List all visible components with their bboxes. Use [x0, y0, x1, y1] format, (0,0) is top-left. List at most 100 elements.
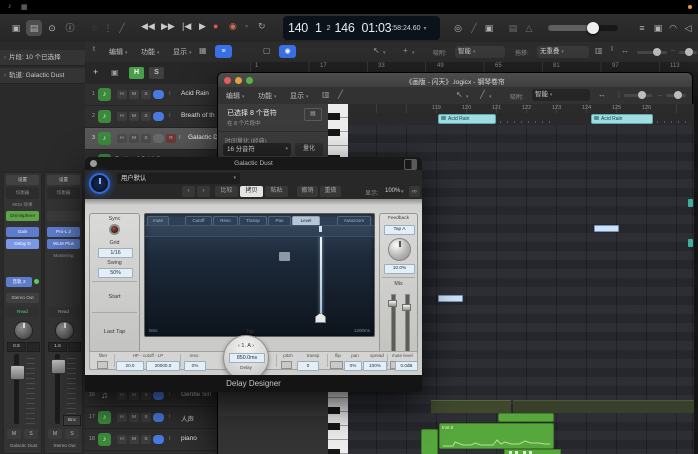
pan-value[interactable]: 0% [344, 361, 362, 371]
track-name[interactable]: Gentle Sin [181, 391, 211, 398]
mute-button[interactable]: M [129, 134, 139, 143]
quick-help-icon[interactable]: ⊙ [44, 20, 60, 36]
bounce-button[interactable]: Bnc [63, 415, 81, 426]
compare-button[interactable]: 比较 [215, 186, 238, 197]
add-track-button[interactable]: + [93, 67, 98, 77]
v-zoom-knob[interactable] [685, 48, 693, 56]
strip-setting-button[interactable]: 设置 [6, 175, 39, 185]
waveform-zoom-icon[interactable]: ▥ [595, 46, 603, 55]
piano-roll-titlebar[interactable]: 《画版 - 闪天》.logicx - 钢琴卷帘 [218, 73, 692, 88]
volume-fader-cap[interactable] [51, 359, 66, 374]
record-enable-button[interactable] [153, 112, 164, 121]
functions-menu[interactable]: 功能 ▾ [258, 91, 276, 101]
midi-region-green[interactable] [421, 429, 438, 454]
rewind-button[interactable]: ◀◀ [141, 21, 155, 32]
record-enable-button[interactable] [153, 391, 164, 400]
input-monitor-button[interactable]: I [169, 113, 171, 119]
grid-value[interactable]: 1/16 [98, 248, 133, 258]
lcd-bar[interactable]: 146 [335, 21, 355, 35]
prev-tap-icon[interactable]: ‹ [238, 343, 240, 349]
record-enable-button[interactable] [153, 134, 164, 143]
filter-toggle[interactable] [97, 361, 108, 369]
snap-dropdown[interactable]: 智能 ▾ [455, 46, 505, 58]
level-value[interactable]: 0.0dB [395, 361, 418, 371]
input-monitor-button[interactable]: I [169, 91, 171, 97]
solo-button[interactable]: S [141, 413, 151, 422]
panel-view-icon[interactable]: ▤ [304, 108, 322, 121]
toolbar-toggle-icon[interactable]: ⓘ [62, 20, 78, 36]
strip-mute-button[interactable]: M [48, 429, 62, 439]
v-zoom-knob[interactable] [674, 91, 682, 99]
strip-eq-slot[interactable]: 均衡器 [6, 187, 39, 199]
solo-button[interactable]: S [141, 112, 151, 121]
swing-value[interactable]: 50% [98, 268, 133, 278]
pencil-icon[interactable]: ╱ [338, 90, 343, 99]
tap-line[interactable] [320, 237, 322, 315]
midi-in-icon[interactable]: ▥ [322, 90, 330, 99]
feedback-knob[interactable] [388, 238, 411, 261]
play-button[interactable]: ▶ [199, 21, 206, 32]
feedback-value[interactable]: 10.0% [384, 264, 415, 274]
strip-empty-slot[interactable] [47, 211, 80, 221]
h-zoom-knob[interactable] [638, 91, 646, 99]
redo-button[interactable]: 重做 [320, 186, 341, 197]
next-preset-button[interactable]: › [197, 186, 210, 197]
mute-button[interactable]: M [129, 391, 139, 400]
pointer-tool[interactable]: ↖ [373, 46, 380, 55]
edit-menu[interactable]: 编辑 ▾ [109, 47, 127, 57]
undo-button[interactable]: 撤销 [297, 186, 318, 197]
track-name[interactable]: piano [181, 435, 197, 442]
hide-button[interactable]: H [117, 134, 127, 143]
transp-value[interactable]: 0 [297, 361, 319, 371]
track-inspector-header[interactable]: ›轨道: Galactic Dust [0, 68, 85, 84]
edit-menu[interactable]: 编辑 ▾ [226, 91, 244, 101]
tap-delay-value[interactable]: 850.0ms [229, 353, 265, 363]
forward-button[interactable]: ▶▶ [161, 21, 175, 32]
library-toggle-icon[interactable]: ▣ [8, 20, 24, 36]
master-volume-knob[interactable] [587, 22, 599, 34]
track-name[interactable]: 人声 [181, 413, 194, 423]
start-button[interactable]: Start [90, 294, 139, 300]
alert-icon[interactable]: △ [521, 20, 537, 36]
hide-button[interactable]: H [117, 112, 127, 121]
preset-dropdown[interactable]: 用户默认▾ [117, 173, 240, 184]
strip-plugin-slot[interactable]: Gain [6, 227, 39, 237]
region-inspector-header[interactable]: ›片段: 10 个已选择 [0, 50, 85, 66]
browser-icon[interactable]: ▣ [650, 20, 666, 36]
pencil-tool[interactable]: ╱ [480, 90, 485, 99]
mute-button[interactable]: M [129, 112, 139, 121]
last-tap-button[interactable]: Last Tap [90, 329, 139, 335]
lcd-time-frames[interactable]: :58:24.60 [391, 25, 420, 32]
paste-button[interactable]: 粘贴 [265, 186, 288, 197]
record-enable-button[interactable] [153, 413, 164, 422]
inspector-toggle-icon[interactable]: ▤ [26, 20, 42, 36]
metronome-icon[interactable]: ◎ [450, 20, 466, 36]
view-menu[interactable]: 显示 ▾ [290, 91, 308, 101]
h-zoom-slider[interactable] [637, 51, 667, 54]
flip-toggle[interactable] [330, 361, 343, 369]
solo-button[interactable]: S [141, 134, 151, 143]
lcd-tempo[interactable]: 140 [288, 21, 308, 35]
background-region[interactable] [513, 400, 694, 413]
wet-slider-cap[interactable] [402, 304, 411, 311]
capture-button[interactable]: ▪ [245, 21, 248, 31]
pitch-toggle[interactable] [281, 361, 292, 369]
background-region[interactable] [431, 400, 511, 413]
volume-value[interactable]: 0.5 [7, 342, 26, 352]
quantize-apply-button[interactable]: 量化 [295, 143, 323, 156]
pan-knob[interactable] [14, 321, 33, 340]
input-monitor-button[interactable]: I [169, 436, 171, 442]
catch-playhead-icon[interactable]: ↔ [598, 90, 606, 99]
record-armed-button[interactable]: R [166, 134, 176, 143]
input-monitor-button[interactable]: I [169, 392, 171, 398]
functions-menu[interactable]: 功能 ▾ [141, 47, 159, 57]
strip-setting-button[interactable]: 设置 [47, 175, 80, 185]
feedback-tap-selector[interactable]: Tap A [384, 225, 415, 235]
strip-eq-slot[interactable]: 均衡器 [47, 187, 80, 199]
mute-view-tab[interactable]: mute [147, 216, 169, 225]
next-tap-icon[interactable]: › [252, 343, 254, 349]
midi-note[interactable] [594, 225, 619, 232]
pan-knob[interactable] [55, 321, 74, 340]
link-icon[interactable]: ∞ [409, 186, 420, 197]
solo-mode-icon[interactable]: ▣ [481, 20, 497, 36]
